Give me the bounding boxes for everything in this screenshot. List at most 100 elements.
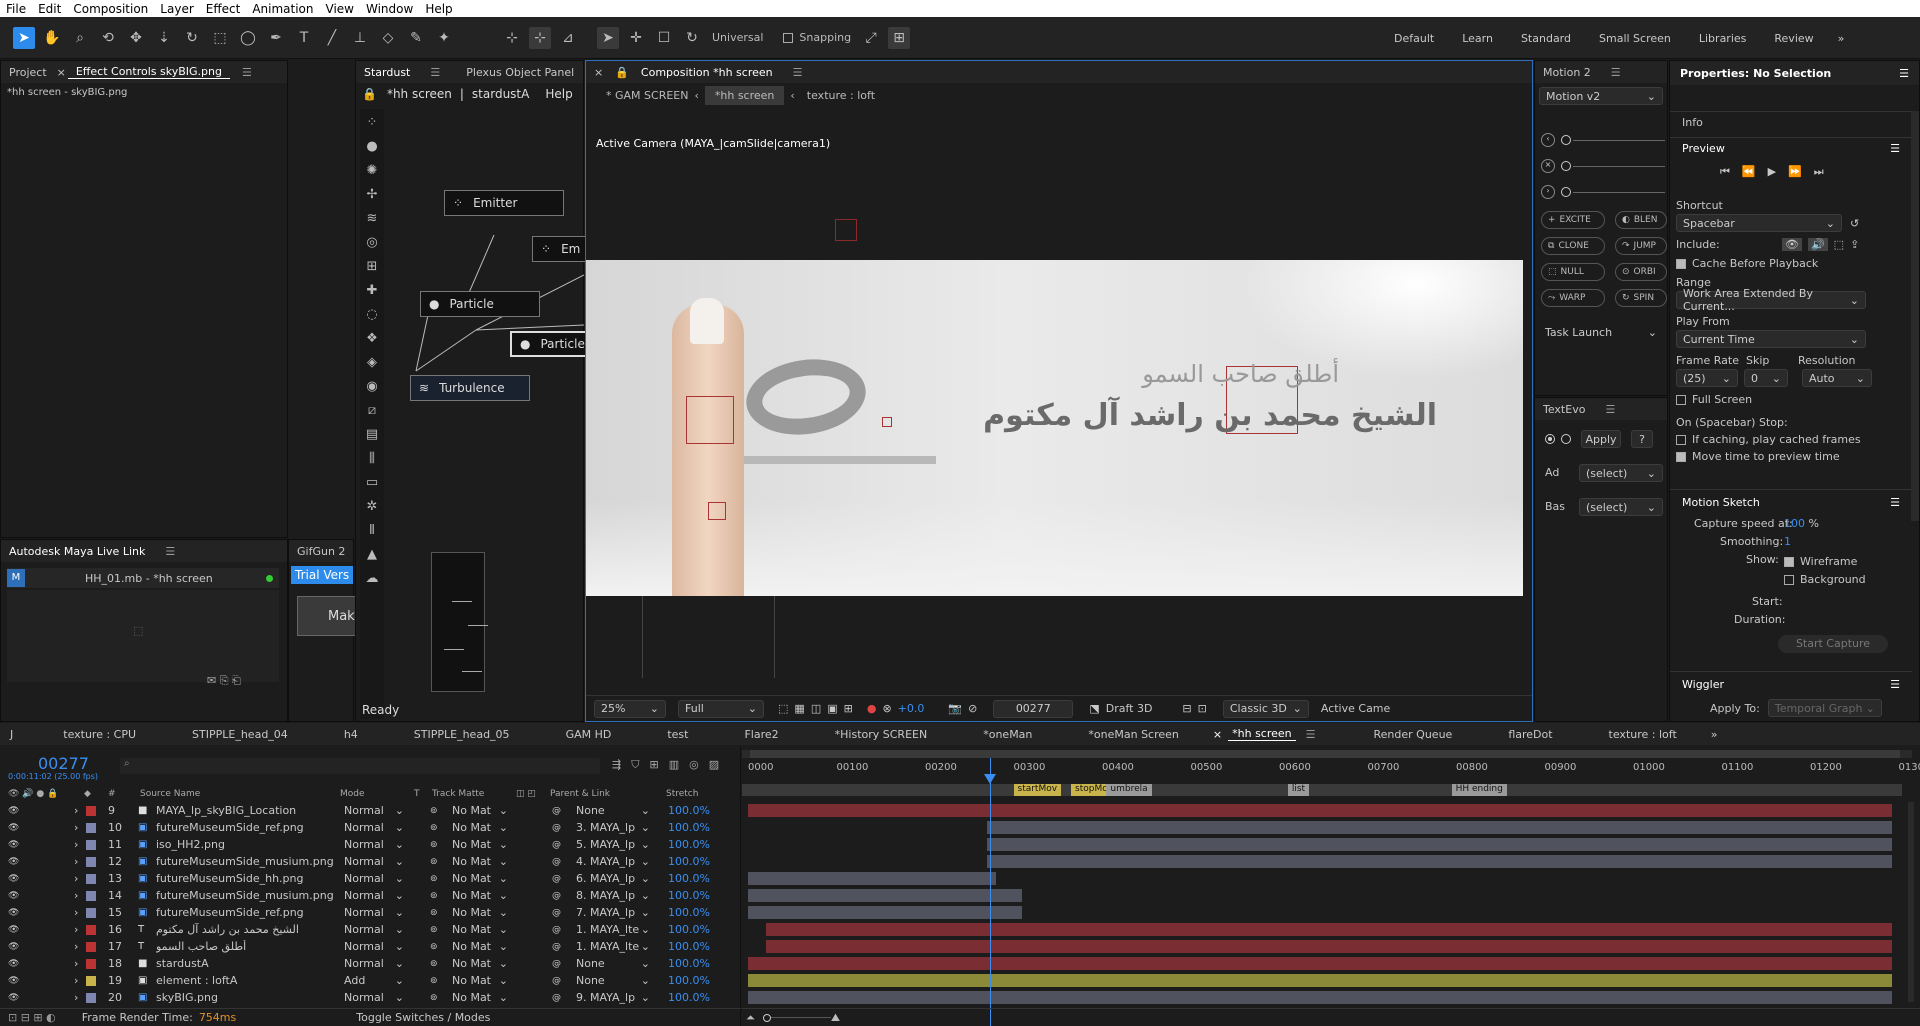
rotate-tool-icon[interactable]: ↻ [181, 27, 203, 49]
menu-icon[interactable]: ☰ [785, 66, 811, 79]
track-matte-link-icon[interactable]: ⊚ [430, 942, 438, 952]
parent-pickwhip-icon[interactable]: @ [552, 891, 561, 901]
visibility-eye-icon[interactable]: 👁 [8, 891, 19, 901]
axis-view-icon[interactable]: ⊿ [557, 27, 579, 49]
brush-tool-icon[interactable]: ╱ [321, 27, 343, 49]
tab-test[interactable]: test [639, 728, 716, 741]
layer-duration-bar[interactable] [986, 838, 1892, 851]
camera-view-dropdown[interactable]: Active Came [1321, 702, 1390, 715]
workspace-learn[interactable]: Learn [1448, 32, 1507, 45]
visibility-eye-icon[interactable]: 👁 [8, 806, 19, 816]
cube-icon[interactable]: ◈ [362, 353, 382, 373]
layer-row[interactable]: 👁 › 15 ▣ futureMuseumSide_ref.png Normal ⌄ ⊚ No … [0, 904, 740, 921]
transparency-grid-icon[interactable]: ▦ [794, 702, 804, 715]
layer-mode-dropdown[interactable]: Normal ⌄ [344, 889, 404, 902]
selection-box[interactable] [882, 417, 892, 427]
tab-project[interactable]: Project [1, 66, 55, 79]
parent-pickwhip-icon[interactable]: @ [552, 874, 561, 884]
track-matte-link-icon[interactable]: ⊚ [430, 959, 438, 969]
breadcrumb-hh-screen[interactable]: *hh screen [704, 85, 785, 105]
wave-icon[interactable]: ≋ [362, 209, 382, 229]
menu-icon[interactable]: ☰ [1597, 403, 1623, 416]
menu-icon[interactable]: ☰ [157, 545, 183, 558]
clone-button[interactable]: ⧉ CLONE [1541, 237, 1605, 255]
snap-grid-icon[interactable]: ⊞ [888, 26, 911, 49]
expand-chevron-icon[interactable]: › [74, 855, 78, 868]
menu-window[interactable]: Window [360, 2, 419, 16]
track-matte-link-icon[interactable]: ⊚ [430, 976, 438, 986]
layer-duration-bar[interactable] [748, 804, 1892, 817]
layer-duration-bar[interactable] [748, 872, 996, 885]
visibility-eye-icon[interactable]: 👁 [8, 908, 19, 918]
background-checkbox[interactable] [1784, 575, 1794, 585]
show-snapshot-icon[interactable]: ⊘ [968, 702, 977, 715]
parent-pickwhip-icon[interactable]: @ [552, 976, 561, 986]
stretch-value[interactable]: 100.0% [668, 872, 710, 885]
tab-texture-cpu[interactable]: texture : CPU [23, 728, 164, 741]
time-navigator[interactable] [742, 750, 1912, 758]
parent-pickwhip-icon[interactable]: @ [552, 993, 561, 1003]
track-matte-dropdown[interactable]: No Mat ⌄ [452, 872, 508, 885]
renderer-dropdown[interactable]: Classic 3D ⌄ [1222, 699, 1309, 718]
menu-file[interactable]: File [0, 2, 32, 16]
close-icon[interactable]: × [1207, 728, 1228, 741]
parent-dropdown[interactable]: 9. MAYA_lp ⌄ [576, 991, 650, 1004]
composition-title[interactable]: Composition *hh screen [633, 66, 781, 79]
layer-mode-dropdown[interactable]: Normal ⌄ [344, 991, 404, 1004]
workspace-small-screen[interactable]: Small Screen [1585, 32, 1685, 45]
track-matte-dropdown[interactable]: No Mat ⌄ [452, 855, 508, 868]
tab-oneman[interactable]: *oneMan [955, 728, 1060, 741]
graph-minimap[interactable] [431, 552, 488, 692]
menu-help[interactable]: Help [419, 2, 458, 16]
node-emitter[interactable]: ⁘ Emitter [444, 190, 564, 216]
tab-flaredot[interactable]: flareDot [1480, 728, 1580, 741]
track-matte-dropdown[interactable]: No Mat ⌄ [452, 838, 508, 851]
menu-icon[interactable]: ☰ [1603, 66, 1629, 79]
ball-icon[interactable]: ◉ [362, 377, 382, 397]
draft-3d-icon[interactable]: ⛉ [631, 758, 639, 772]
visibility-eye-icon[interactable]: 👁 [8, 874, 19, 884]
range-dropdown[interactable]: Work Area Extended By Current... ⌄ [1676, 287, 1866, 313]
menu-icon[interactable]: ☰ [1899, 67, 1909, 80]
layer-duration-bar[interactable] [748, 974, 1892, 987]
wireframe-checkbox[interactable] [1784, 557, 1794, 567]
close-icon[interactable]: × [586, 66, 611, 79]
menu-icon[interactable]: ☰ [234, 66, 260, 79]
capture-speed-value[interactable]: 100 [1784, 517, 1805, 530]
cloud-icon[interactable]: ☁ [362, 569, 382, 589]
layer-source-name[interactable]: futureMuseumSide_musium.png [156, 889, 334, 902]
expand-chevron-icon[interactable]: › [74, 957, 78, 970]
mask-visibility-icon[interactable]: ◫ [811, 702, 821, 715]
menu-layer[interactable]: Layer [154, 2, 199, 16]
tab-plexus[interactable]: Plexus Object Panel [458, 66, 582, 79]
layer-mode-dropdown[interactable]: Normal ⌄ [344, 940, 404, 953]
cache-checkbox[interactable] [1676, 259, 1686, 269]
track-matte-dropdown[interactable]: No Mat ⌄ [452, 804, 508, 817]
stretch-value[interactable]: 100.0% [668, 923, 710, 936]
comp-marker[interactable]: list [1287, 784, 1310, 796]
motion-blur-icon[interactable]: ◎ [689, 758, 699, 772]
dolly-tool-icon[interactable]: ⇣ [153, 27, 175, 49]
stretch-value[interactable]: 100.0% [668, 855, 710, 868]
track-matte-dropdown[interactable]: No Mat ⌄ [452, 957, 508, 970]
burst-icon[interactable]: ✺ [362, 161, 382, 181]
visibility-eye-icon[interactable]: 👁 [8, 857, 19, 867]
triangle-icon[interactable]: ▲ [362, 545, 382, 565]
track-matte-link-icon[interactable]: ⊚ [430, 806, 438, 816]
node-turbulence[interactable]: ≋ Turbulence [410, 375, 530, 401]
stretch-value[interactable]: 100.0% [668, 889, 710, 902]
label-color-swatch[interactable] [86, 822, 96, 833]
stretch-value[interactable]: 100.0% [668, 906, 710, 919]
parent-dropdown[interactable]: 5. MAYA_lp ⌄ [576, 838, 650, 851]
expand-chevron-icon[interactable]: › [74, 872, 78, 885]
track-matte-dropdown[interactable]: No Mat ⌄ [452, 923, 508, 936]
menu-icon[interactable]: ☰ [1300, 728, 1346, 741]
slider-knob[interactable] [1561, 135, 1571, 145]
layer-row[interactable]: 👁 › 12 ▣ futureMuseumSide_musium.png Normal ⌄ ⊚… [0, 853, 740, 870]
grid-icon[interactable]: ⊞ [844, 702, 853, 715]
3d-ground-icon[interactable]: ⊟ [1182, 702, 1191, 715]
workspace-default[interactable]: Default [1380, 32, 1448, 45]
more-tabs-icon[interactable]: » [1705, 728, 1724, 741]
label-color-swatch[interactable] [86, 975, 96, 986]
footer-toggle-icons[interactable]: ⊡ ⊟ ⊞ ◐ [8, 1011, 56, 1024]
